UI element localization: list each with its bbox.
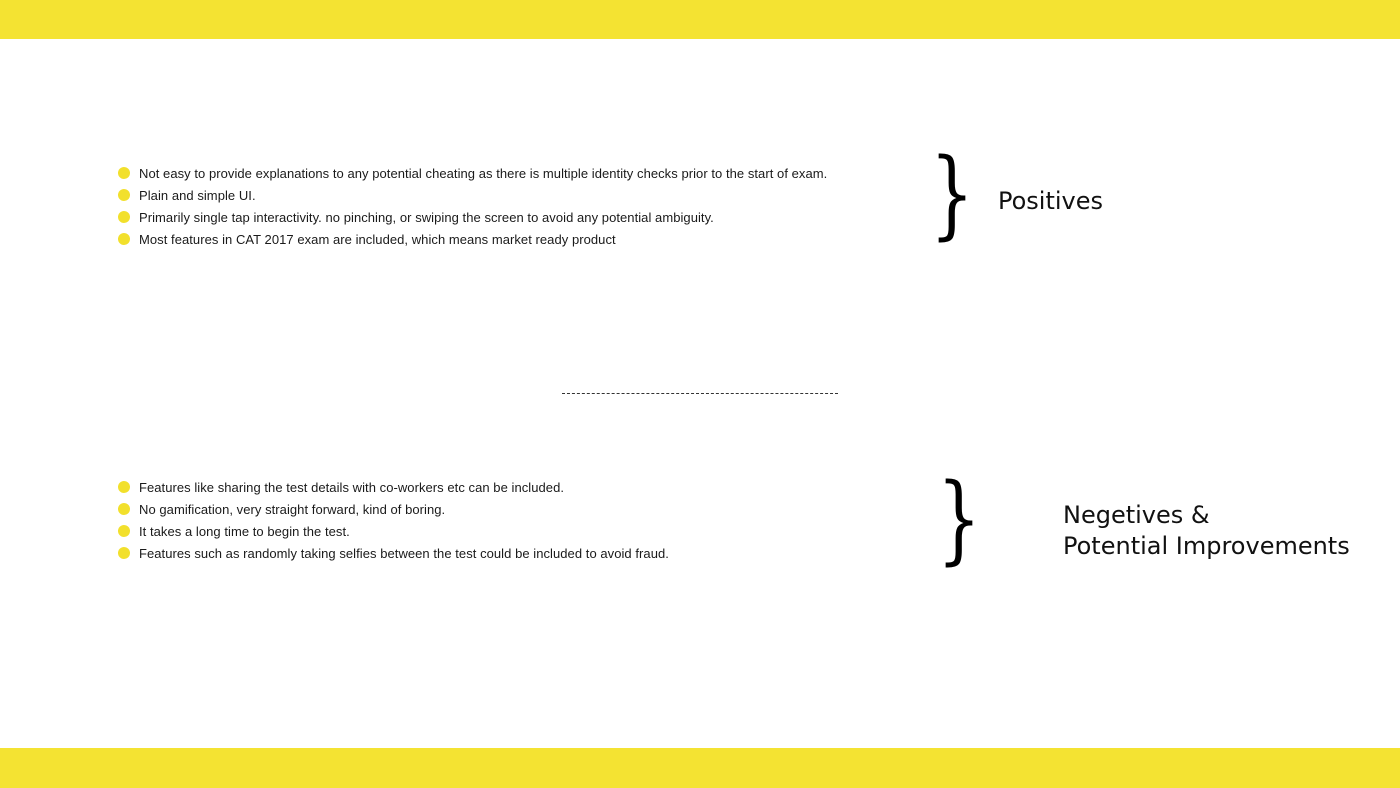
list-item-text: Features like sharing the test details w… — [139, 479, 565, 495]
list-item-text: Primarily single tap interactivity. no p… — [139, 209, 714, 225]
list-item: Most features in CAT 2017 exam are inclu… — [118, 228, 827, 250]
bullet-dot-icon — [118, 211, 130, 223]
list-item-text: Not easy to provide explanations to any … — [139, 165, 828, 181]
negatives-heading: Negetives & Potential Improvements — [1063, 500, 1350, 562]
bottom-yellow-band — [0, 748, 1400, 788]
list-item: Primarily single tap interactivity. no p… — [118, 206, 827, 228]
list-item: It takes a long time to begin the test. — [118, 520, 669, 542]
bullet-dot-icon — [118, 481, 130, 493]
bullet-dot-icon — [118, 167, 130, 179]
list-item: Features like sharing the test details w… — [118, 476, 669, 498]
bullet-dot-icon — [118, 233, 130, 245]
dashed-divider — [562, 393, 838, 394]
positives-list: Not easy to provide explanations to any … — [118, 162, 827, 250]
bullet-dot-icon — [118, 525, 130, 537]
list-item: Features such as randomly taking selfies… — [118, 542, 669, 564]
bullet-dot-icon — [118, 547, 130, 559]
top-yellow-band — [0, 0, 1400, 39]
negatives-list: Features like sharing the test details w… — [118, 476, 669, 564]
list-item-text: It takes a long time to begin the test. — [139, 523, 350, 539]
right-curly-brace-icon: } — [930, 138, 974, 250]
bullet-dot-icon — [118, 189, 130, 201]
list-item: Not easy to provide explanations to any … — [118, 162, 827, 184]
list-item-text: Features such as randomly taking selfies… — [139, 545, 669, 561]
list-item: Plain and simple UI. — [118, 184, 827, 206]
negatives-heading-line-1: Negetives & — [1063, 501, 1210, 529]
list-item-text: Plain and simple UI. — [139, 187, 256, 203]
list-item: No gamification, very straight forward, … — [118, 498, 669, 520]
list-item-text: Most features in CAT 2017 exam are inclu… — [139, 231, 616, 247]
list-item-text: No gamification, very straight forward, … — [139, 501, 446, 517]
right-curly-brace-icon: } — [937, 463, 981, 575]
negatives-heading-line-2: Potential Improvements — [1063, 532, 1350, 560]
slide: Not easy to provide explanations to any … — [0, 0, 1400, 788]
bullet-dot-icon — [118, 503, 130, 515]
positives-heading: Positives — [998, 187, 1104, 215]
